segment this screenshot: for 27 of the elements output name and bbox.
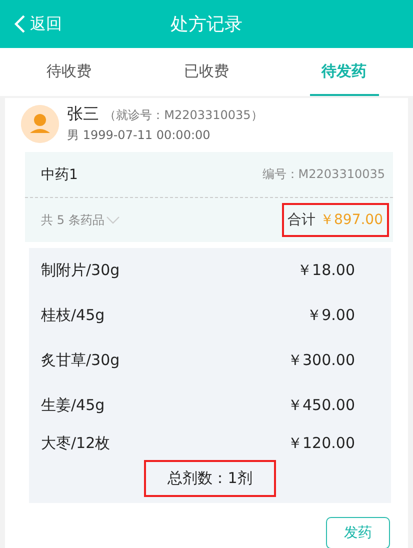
page-title: 处方记录: [170, 14, 242, 35]
prescription-name: 中药1: [41, 166, 78, 184]
drug-name: 生姜/45g: [41, 396, 105, 415]
back-icon: [14, 14, 26, 34]
drug-name: 大枣/12枚: [41, 434, 110, 452]
prescription-number: 编号：M2203310035: [262, 166, 385, 183]
patient-name: 张三: [67, 104, 99, 123]
dispense-button[interactable]: 发药: [326, 517, 390, 548]
drug-count-toggle[interactable]: 共 5 条药品: [41, 212, 120, 228]
avatar-icon: [21, 105, 59, 143]
drug-price: ￥450.00: [288, 396, 355, 415]
visit-number: （就诊号：M2203310035）: [104, 108, 263, 122]
tab[interactable]: 待收费: [34, 48, 104, 96]
dose-count: 总剂数：1剂: [144, 460, 276, 497]
tab[interactable]: 已收费: [172, 48, 241, 96]
drug-price: ￥9.00: [306, 306, 355, 325]
drug-price: ￥120.00: [288, 434, 355, 452]
drug-price: ￥18.00: [297, 261, 355, 280]
patient-info: 男 1999-07-11 00:00:00: [67, 127, 212, 144]
back-button[interactable]: 返回: [14, 14, 62, 34]
drug-name: 炙甘草/30g: [41, 351, 120, 370]
chevron-down-icon: [106, 216, 120, 224]
drug-name: 桂枝/45g: [41, 306, 105, 325]
drug-name: 制附片/30g: [41, 261, 120, 280]
tab[interactable]: 待发药: [310, 48, 379, 96]
total-amount: 合计 ￥897.00: [282, 203, 389, 237]
drug-price: ￥300.00: [288, 351, 355, 370]
